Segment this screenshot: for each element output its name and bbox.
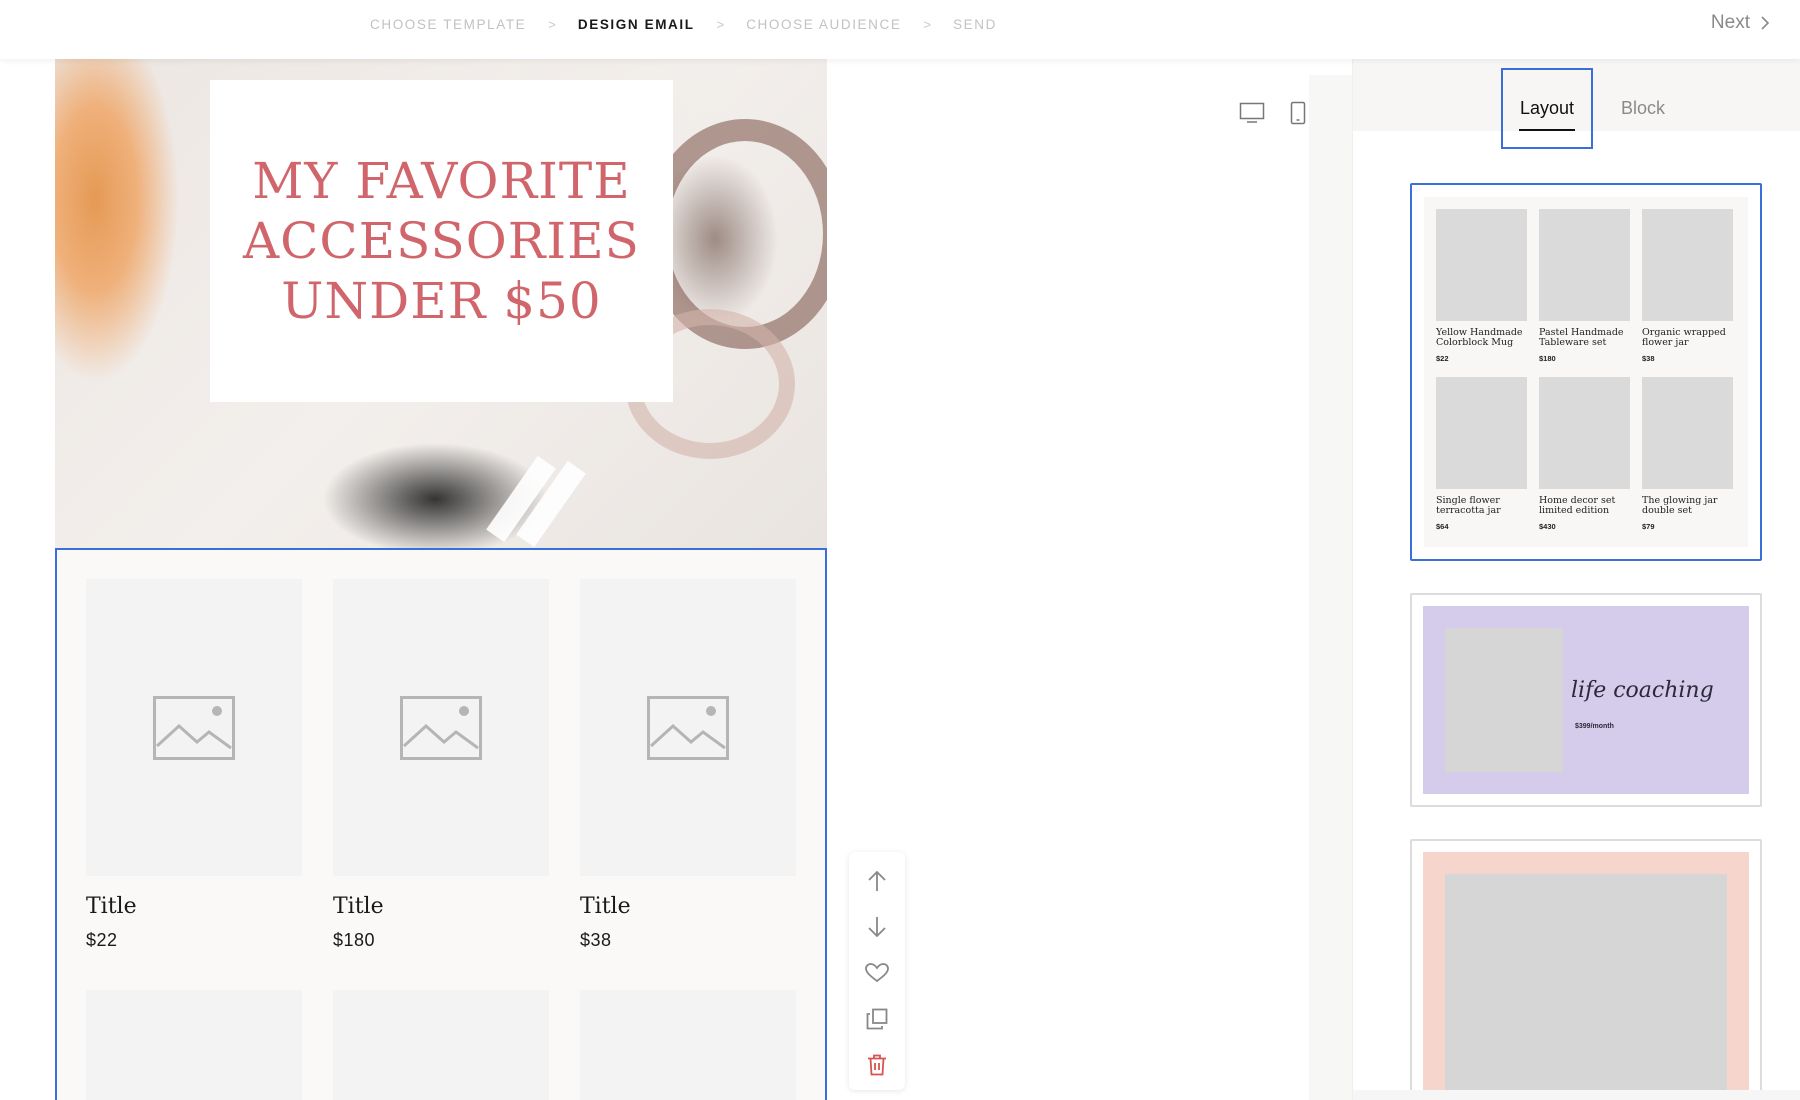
preset-preview: life coaching $399/month	[1423, 606, 1749, 794]
preset-product-price: $64	[1436, 522, 1449, 531]
arrow-up-icon	[868, 870, 886, 891]
step-breadcrumb: CHOOSE TEMPLATE > DESIGN EMAIL > CHOOSE …	[370, 14, 997, 34]
tab-block-label: Block	[1620, 98, 1665, 118]
product-title[interactable]: Title	[333, 894, 549, 919]
top-bar: CHOOSE TEMPLATE > DESIGN EMAIL > CHOOSE …	[0, 0, 1800, 59]
step-choose-audience[interactable]: CHOOSE AUDIENCE	[746, 17, 901, 32]
desktop-icon	[1239, 102, 1265, 123]
product-image-placeholder[interactable]	[333, 990, 549, 1100]
product-card[interactable]: Title $22	[86, 579, 302, 951]
mobile-view-toggle[interactable]	[1283, 98, 1313, 128]
mobile-icon	[1290, 101, 1306, 125]
preset-product-name: Home decor set limited edition	[1539, 495, 1616, 516]
image-placeholder-icon	[400, 695, 482, 760]
product-grid: Title $22 Title $180 Title $38	[86, 579, 796, 951]
image-placeholder-icon	[647, 695, 729, 760]
layout-preset-feature[interactable]: life coaching $399/month	[1410, 593, 1762, 807]
step-design-email[interactable]: DESIGN EMAIL	[578, 17, 695, 32]
save-block-button[interactable]	[862, 958, 892, 988]
preset-product-price: $79	[1642, 522, 1655, 531]
hero-title-card[interactable]: MY FAVORITE ACCESSORIES UNDER $50	[210, 80, 673, 402]
preset-preview: Yellow Handmade Colorblock Mug $22 Paste…	[1424, 197, 1748, 547]
preset-image	[1445, 628, 1563, 772]
heart-icon	[865, 963, 889, 983]
image-placeholder-icon	[153, 695, 235, 760]
preset-price: $399/month	[1575, 723, 1614, 730]
step-send[interactable]: SEND	[953, 17, 997, 32]
product-grid-block[interactable]: Title $22 Title $180 Title $38	[55, 548, 827, 1100]
canvas-scrollbar-track[interactable]	[1309, 75, 1352, 1100]
chevron-right-icon	[1761, 16, 1770, 30]
product-image-placeholder[interactable]	[86, 990, 302, 1100]
preset-product-item: Home decor set limited edition $430	[1539, 377, 1630, 545]
step-separator: >	[548, 16, 556, 32]
step-choose-template[interactable]: CHOOSE TEMPLATE	[370, 17, 526, 32]
tab-block[interactable]: Block	[1603, 68, 1683, 149]
preset-product-item: The glowing jar double set $79	[1642, 377, 1733, 545]
preset-product-price: $180	[1539, 354, 1556, 363]
preset-product-name: Yellow Handmade Colorblock Mug	[1436, 327, 1523, 348]
preset-product-price: $430	[1539, 522, 1556, 531]
product-price[interactable]: $22	[86, 930, 302, 951]
step-separator: >	[923, 16, 932, 32]
preset-script-title: life coaching	[1571, 678, 1714, 703]
tab-layout-label: Layout	[1519, 98, 1575, 118]
duplicate-block-button[interactable]	[862, 1004, 892, 1034]
preset-product-image	[1436, 209, 1527, 321]
next-button[interactable]: Next	[1711, 12, 1770, 34]
product-image-placeholder[interactable]	[580, 990, 796, 1100]
block-actions-toolbar	[849, 852, 905, 1090]
layout-panel: Layout Block Yellow Handmade Colorblock …	[1352, 59, 1800, 1100]
step-separator: >	[716, 16, 725, 32]
next-label: Next	[1710, 12, 1750, 33]
preset-product-image	[1642, 209, 1733, 321]
preset-product-name: The glowing jar double set	[1642, 495, 1718, 516]
hero-title: MY FAVORITE ACCESSORIES UNDER $50	[243, 152, 640, 330]
product-card[interactable]: Title $180	[333, 579, 549, 951]
product-grid-row-2	[86, 990, 796, 1100]
preset-product-item: Organic wrapped flower jar $38	[1642, 209, 1733, 377]
preset-product-item: Pastel Handmade Tableware set $180	[1539, 209, 1630, 377]
preset-image	[1445, 874, 1727, 1100]
product-price[interactable]: $180	[333, 930, 549, 951]
product-card[interactable]: Title $38	[580, 579, 796, 951]
product-image-placeholder[interactable]	[86, 579, 302, 876]
move-down-button[interactable]	[862, 912, 892, 942]
preset-product-image	[1642, 377, 1733, 489]
product-image-placeholder[interactable]	[333, 579, 549, 876]
preset-product-item: Yellow Handmade Colorblock Mug $22	[1436, 209, 1527, 377]
preset-product-price: $38	[1642, 354, 1655, 363]
trash-icon	[868, 1054, 886, 1076]
product-title[interactable]: Title	[580, 894, 796, 919]
preset-product-item: Single flower terracotta jar $64	[1436, 377, 1527, 545]
move-up-button[interactable]	[862, 866, 892, 896]
preset-product-name: Single flower terracotta jar	[1436, 495, 1501, 516]
active-tab-underline	[1519, 129, 1575, 131]
preset-product-grid: Yellow Handmade Colorblock Mug $22 Paste…	[1436, 209, 1733, 545]
desktop-view-toggle[interactable]	[1237, 98, 1267, 128]
email-canvas: MY FAVORITE ACCESSORIES UNDER $50 Title …	[0, 59, 1352, 1100]
preset-product-image	[1436, 377, 1527, 489]
product-price[interactable]: $38	[580, 930, 796, 951]
product-image-placeholder[interactable]	[580, 579, 796, 876]
delete-block-button[interactable]	[862, 1050, 892, 1080]
preset-product-image	[1539, 209, 1630, 321]
hero-image-block[interactable]: MY FAVORITE ACCESSORIES UNDER $50	[55, 59, 827, 548]
duplicate-icon	[866, 1008, 888, 1030]
preset-preview	[1423, 852, 1749, 1100]
layout-preset-product-grid[interactable]: Yellow Handmade Colorblock Mug $22 Paste…	[1410, 183, 1762, 561]
preset-product-price: $22	[1436, 354, 1449, 363]
layout-preset-full-image[interactable]	[1410, 839, 1762, 1100]
tab-layout[interactable]: Layout	[1501, 68, 1593, 149]
arrow-down-icon	[868, 917, 886, 938]
product-title[interactable]: Title	[86, 894, 302, 919]
panel-scroll-edge	[1353, 1090, 1800, 1100]
preset-product-name: Organic wrapped flower jar	[1642, 327, 1726, 348]
preset-product-name: Pastel Handmade Tableware set	[1539, 327, 1624, 348]
preset-product-image	[1539, 377, 1630, 489]
